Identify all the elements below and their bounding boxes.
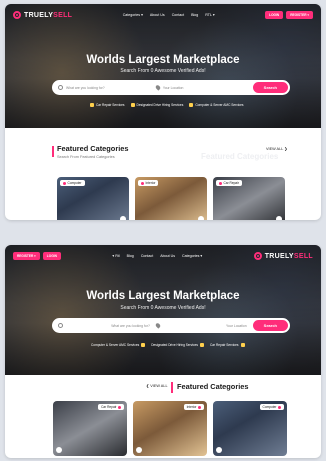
popular-tag[interactable]: Computer & Server AMC Services xyxy=(189,103,244,107)
category-label: Computer xyxy=(60,180,85,186)
search-button[interactable]: Search xyxy=(252,320,288,331)
tag-label: Designated Drive Hiring Services xyxy=(136,103,184,107)
car-icon xyxy=(118,405,121,409)
location-input[interactable]: Your Location xyxy=(160,86,253,90)
register-button[interactable]: REGISTER ▾ xyxy=(286,11,313,19)
popular-tags: Car Repair Services Designated Drive Hir… xyxy=(90,103,244,107)
favorite-icon[interactable] xyxy=(276,216,282,220)
nav-item-blog[interactable]: Blog xyxy=(127,254,134,258)
category-label: Interior xyxy=(138,180,159,186)
category-card[interactable]: Car Repair xyxy=(53,401,127,456)
keyword-input[interactable]: What are you looking for? xyxy=(63,324,156,328)
popular-tag[interactable]: Car Repair Services xyxy=(90,103,125,107)
hero-banner: TRUELYSELL Categories ▾ About Us Contact… xyxy=(5,4,321,128)
hero-subtitle: Search From 0 Awesome Verified Ads! xyxy=(120,305,206,311)
logo-icon xyxy=(253,252,262,260)
tag-label: Computer & Server AMC Services xyxy=(91,343,140,347)
popular-tag[interactable]: Designated Drive Hiring Services xyxy=(151,343,204,347)
view-all-link[interactable]: ❮ VIEW ALL xyxy=(146,383,168,388)
computer-icon xyxy=(63,181,66,185)
logo-text-prefix: TRUELY xyxy=(24,11,54,19)
site-logo[interactable]: TRUELYSELL xyxy=(253,252,313,260)
favorite-icon[interactable] xyxy=(56,447,62,453)
computer-icon xyxy=(278,405,281,409)
view-all-link[interactable]: VIEW ALL ❯ xyxy=(266,146,287,151)
location-input[interactable]: Your Location xyxy=(160,324,253,328)
hero-title: Worlds Largest Marketplace xyxy=(86,290,240,302)
section-accent-bar xyxy=(52,146,54,157)
nav-item-blog[interactable]: Blog xyxy=(191,13,198,17)
login-button[interactable]: LOGIN xyxy=(42,252,61,260)
main-nav: ▾ Rtl Blog Contact About Us Categories ▾ xyxy=(112,254,202,258)
nav-item-contact[interactable]: Contact xyxy=(141,254,153,258)
section-accent-bar xyxy=(171,382,173,393)
logo-icon xyxy=(13,11,21,19)
category-card[interactable]: Computer xyxy=(213,401,287,456)
nav-item-categories[interactable]: Categories ▾ xyxy=(182,254,202,258)
category-card[interactable]: Car Repair xyxy=(213,177,285,220)
auth-buttons: REGISTER ▾ LOGIN xyxy=(13,252,61,260)
category-label: Interior xyxy=(183,404,204,410)
category-card[interactable]: Computer xyxy=(57,177,129,220)
logo-text-accent: SELL xyxy=(53,11,73,19)
interior-icon xyxy=(141,181,144,185)
nav-item-categories[interactable]: Categories ▾ xyxy=(123,13,143,17)
top-navbar: TRUELYSELL Categories ▾ About Us Contact… xyxy=(5,4,321,26)
tag-label: Computer & Server AMC Services xyxy=(195,103,244,107)
register-button[interactable]: REGISTER ▾ xyxy=(13,252,40,260)
tag-icon xyxy=(189,103,194,107)
main-nav: Categories ▾ About Us Contact Blog RTL ▾ xyxy=(123,13,215,17)
tag-icon xyxy=(199,343,204,347)
search-bar: What are you looking for? Your Location … xyxy=(52,318,290,333)
popular-tag[interactable]: Computer & Server AMC Services xyxy=(91,343,146,347)
interior-icon xyxy=(198,405,201,409)
car-icon xyxy=(219,181,222,185)
popular-tag[interactable]: Car Repair Services xyxy=(210,343,245,347)
search-button[interactable]: Search xyxy=(252,82,288,93)
category-label: Car Repair xyxy=(216,180,242,186)
popular-tags: Computer & Server AMC Services Designate… xyxy=(91,343,245,347)
tag-label: Car Repair Services xyxy=(209,343,239,347)
search-bar: What are you looking for? Your Location … xyxy=(52,80,290,95)
category-cards: Car Repair Interior Computer xyxy=(53,401,287,456)
category-cards: Computer Interior Car Repair xyxy=(57,177,285,220)
hero-subtitle: Search From 0 Awesome Verified Ads! xyxy=(120,68,206,74)
favorite-icon[interactable] xyxy=(198,216,204,220)
section-title: Featured Categories xyxy=(57,144,129,153)
nav-item-contact[interactable]: Contact xyxy=(172,13,184,17)
category-card[interactable]: Interior xyxy=(135,177,207,220)
hero-banner: REGISTER ▾ LOGIN ▾ Rtl Blog Contact Abou… xyxy=(5,245,321,375)
nav-item-about[interactable]: About Us xyxy=(160,254,175,258)
tag-label: Designated Drive Hiring Services xyxy=(151,343,198,347)
login-button[interactable]: LOGIN xyxy=(265,11,284,19)
auth-buttons: LOGIN REGISTER ▾ xyxy=(265,11,313,19)
tag-icon xyxy=(240,343,245,347)
nav-item-rtl[interactable]: ▾ Rtl xyxy=(112,254,119,258)
section-title: Featured Categories xyxy=(177,382,249,391)
nav-item-rtl[interactable]: RTL ▾ xyxy=(205,13,214,17)
section-ghost-title: Featured Categories xyxy=(201,152,279,161)
category-card[interactable]: Interior xyxy=(133,401,207,456)
favorite-icon[interactable] xyxy=(120,216,126,220)
tag-icon xyxy=(90,103,94,107)
popular-tag[interactable]: Designated Drive Hiring Services xyxy=(130,103,184,107)
nav-item-about[interactable]: About Us xyxy=(150,13,165,17)
tag-icon xyxy=(130,103,135,107)
ltr-preview-card: TRUELYSELL Categories ▾ About Us Contact… xyxy=(5,4,321,220)
hero-title: Worlds Largest Marketplace xyxy=(86,54,240,66)
section-subtitle: Search From Featured Categories xyxy=(57,155,115,159)
favorite-icon[interactable] xyxy=(216,447,222,453)
category-label: Car Repair xyxy=(98,404,124,410)
category-label: Computer xyxy=(259,404,284,410)
tag-icon xyxy=(141,343,146,347)
logo-text-accent: SELL xyxy=(293,252,313,260)
rtl-preview-card: REGISTER ▾ LOGIN ▾ Rtl Blog Contact Abou… xyxy=(5,245,321,458)
top-navbar: REGISTER ▾ LOGIN ▾ Rtl Blog Contact Abou… xyxy=(5,245,321,267)
site-logo[interactable]: TRUELYSELL xyxy=(13,11,72,19)
tag-label: Car Repair Services xyxy=(96,103,125,107)
favorite-icon[interactable] xyxy=(136,447,142,453)
logo-text-prefix: TRUELY xyxy=(264,252,294,260)
keyword-input[interactable]: What are you looking for? xyxy=(63,86,156,90)
